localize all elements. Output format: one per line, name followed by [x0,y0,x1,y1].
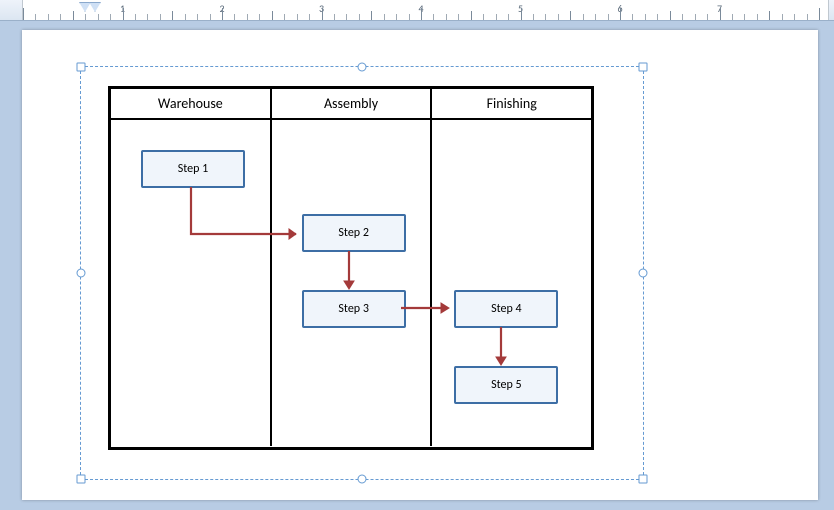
step-box-4[interactable]: Step 4 [454,290,558,328]
lane-header-finishing[interactable]: Finishing [432,89,591,118]
lane-body-finishing: Step 4 Step 5 [432,120,591,446]
horizontal-ruler: 1234567 [0,0,834,21]
resize-handle[interactable] [77,475,86,484]
resize-handle[interactable] [639,269,648,278]
lane-header-assembly[interactable]: Assembly [272,89,433,118]
resize-handle[interactable] [77,269,86,278]
indent-marker-icon[interactable] [89,2,101,12]
resize-handle[interactable] [358,475,367,484]
resize-handle[interactable] [639,475,648,484]
step-box-5[interactable]: Step 5 [454,366,558,404]
step-box-3[interactable]: Step 3 [302,290,406,328]
swimlane-container[interactable]: Warehouse Assembly Finishing Step 1 Step… [108,86,594,450]
document-page: Warehouse Assembly Finishing Step 1 Step… [22,30,818,500]
ruler-track: 1234567 [22,0,829,20]
lane-body-row: Step 1 Step 2 Step 3 Step 4 Step 5 [111,120,591,446]
resize-handle[interactable] [77,63,86,72]
resize-handle[interactable] [358,63,367,72]
indent-marker-icon[interactable] [79,2,91,12]
lane-body-assembly: Step 2 Step 3 [272,120,433,446]
resize-handle[interactable] [639,63,648,72]
lane-body-warehouse: Step 1 [111,120,272,446]
lane-header-warehouse[interactable]: Warehouse [111,89,272,118]
step-box-1[interactable]: Step 1 [141,150,245,188]
lane-header-row: Warehouse Assembly Finishing [111,89,591,120]
step-box-2[interactable]: Step 2 [302,214,406,252]
